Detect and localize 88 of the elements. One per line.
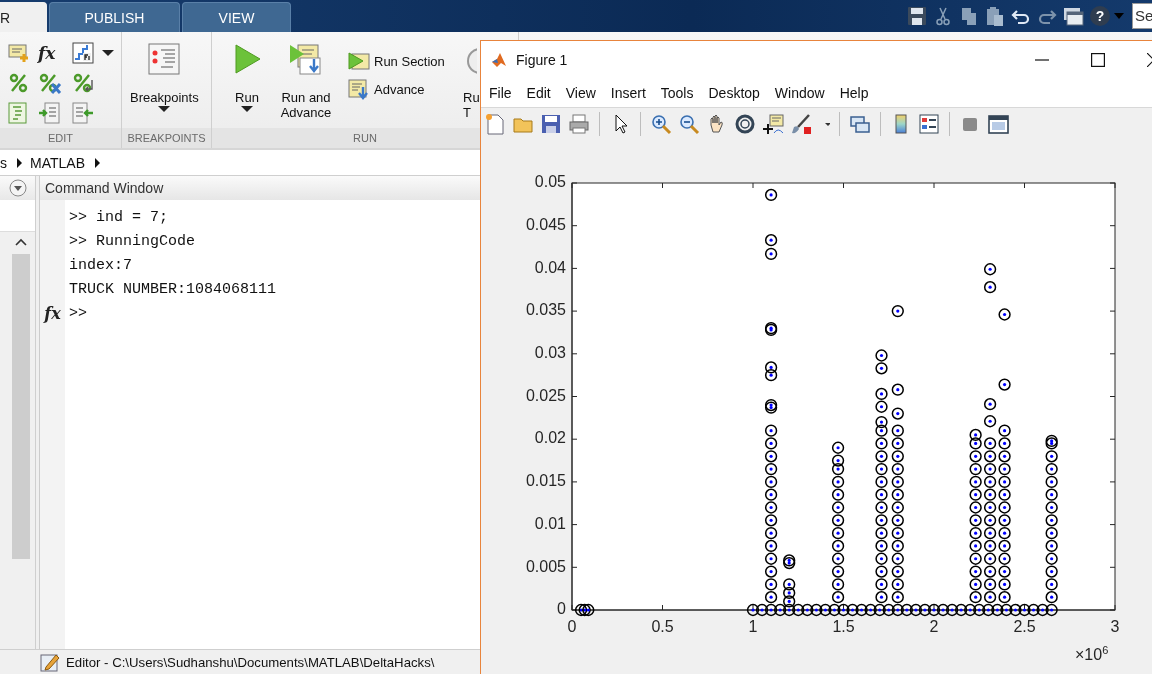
console-line: TRUCK NUMBER:1084068111 [68,280,277,298]
advance-icon [348,78,370,100]
menu-item[interactable]: View [565,85,596,101]
caret-icon [158,105,171,113]
run-and-advance-button[interactable]: Run and Advance [278,38,334,128]
close-icon[interactable] [1147,53,1152,67]
axis-tick-label: 0 [557,600,566,618]
percent-icon[interactable] [8,72,30,94]
run-button[interactable]: Run [230,38,264,128]
advance-button[interactable]: Advance [348,78,445,100]
tab[interactable]: PUBLISH [49,2,180,32]
save-icon[interactable] [540,113,562,135]
printer-icon[interactable] [568,113,590,135]
fixed-point-icon[interactable] [72,42,94,64]
status-text: Editor - C:\Users\Sudhanshu\Documents\MATLAB\DeltaHacks\ [66,654,435,670]
run-section-button[interactable]: Run Section [348,50,445,72]
rotate-icon[interactable] [734,113,756,135]
caret-icon [241,105,253,113]
help-button[interactable]: ? [1090,6,1110,26]
legend-icon[interactable] [918,113,940,135]
menu-item[interactable]: Insert [610,85,646,101]
axis-tick-label: 0.045 [525,215,566,233]
editor-icon[interactable] [40,652,60,672]
panel-background [0,200,35,232]
menu-item[interactable]: Edit [526,85,551,101]
axis-tick-label: 0.02 [534,429,566,447]
axis-tick-label: 0.025 [525,386,566,404]
paste-icon[interactable] [984,5,1006,27]
path-segment[interactable]: MATLAB [30,154,85,171]
menu-item[interactable]: Tools [660,85,694,101]
brush-icon[interactable] [790,113,812,135]
menu-item[interactable]: Window [774,85,825,101]
group-title: EDIT [0,128,121,148]
caret-icon[interactable] [102,49,114,57]
zoom-out-icon[interactable] [678,113,700,135]
run-and-time-button[interactable]: Ru T [463,38,480,128]
percent-wrap-icon[interactable] [72,72,96,94]
axis-tick-label: 3 [1110,618,1120,636]
matlab-logo-icon [491,52,507,68]
run-advance-icon [288,42,324,76]
arrow-icon[interactable] [94,157,101,168]
console-line: >> ind = 7; [68,208,169,226]
menu-item[interactable]: Help [839,85,869,101]
function-browser-button[interactable]: fx [44,303,61,323]
run-section-icon [348,50,370,72]
axis-exponent: ×10$^{6}$ [1075,644,1109,665]
arrow-icon[interactable] [16,157,23,168]
breakpoints-button[interactable]: Breakpoints [130,38,199,128]
window-icon[interactable] [1062,5,1084,27]
console-line: index:7 [68,256,132,274]
group-title: BREAKPOINTS [122,128,211,148]
maximize-icon[interactable] [1091,53,1105,67]
dropdown-icon[interactable] [9,179,27,197]
axis-tick-label: 0.015 [525,472,566,490]
axis-tick-label: 0.03 [534,344,566,362]
console-prompt: >> [68,304,87,322]
menu-item[interactable]: Desktop [708,85,760,101]
axis-tick-label: 1.5 [832,618,855,636]
axis-tick-label: 1 [748,618,758,636]
panel-title: Command Window [45,180,164,196]
console-line: >> RunningCode [68,232,196,250]
axis-tick-label: 2.5 [1013,618,1036,636]
link-icon[interactable] [849,113,871,135]
tab[interactable]: R [0,2,47,32]
menu-item[interactable]: File [489,85,512,101]
zoom-in-icon[interactable] [650,113,672,135]
scrollbar[interactable] [11,254,30,559]
axis-tick-label: 0.05 [534,173,566,191]
percent-remove-icon[interactable] [38,72,62,94]
data-cursor-icon[interactable] [762,113,784,135]
axis-tick-label: 0.5 [651,618,674,636]
save-icon[interactable] [906,5,928,27]
decrease-indent-icon[interactable] [72,102,94,124]
increase-indent-icon[interactable] [38,102,60,124]
axis-tick-label: 0.04 [534,258,566,276]
axis-tick-label: 0 [567,618,577,636]
axis-tick-label: 0.005 [525,557,566,575]
tab[interactable]: VIEW [182,2,291,32]
axis-tick-label: 0.035 [525,301,566,319]
breakpoints-icon [147,42,182,76]
scroll-up-icon[interactable] [14,238,27,246]
function-button[interactable]: fx [38,43,68,63]
axis-tick-label: 2 [929,618,939,636]
axis-tick-label: 0.01 [534,514,566,532]
dock-icon[interactable] [987,113,1009,135]
window-title: Figure 1 [516,52,568,68]
path-segment[interactable]: s [0,154,7,171]
search-field[interactable]: Se [1132,3,1152,29]
